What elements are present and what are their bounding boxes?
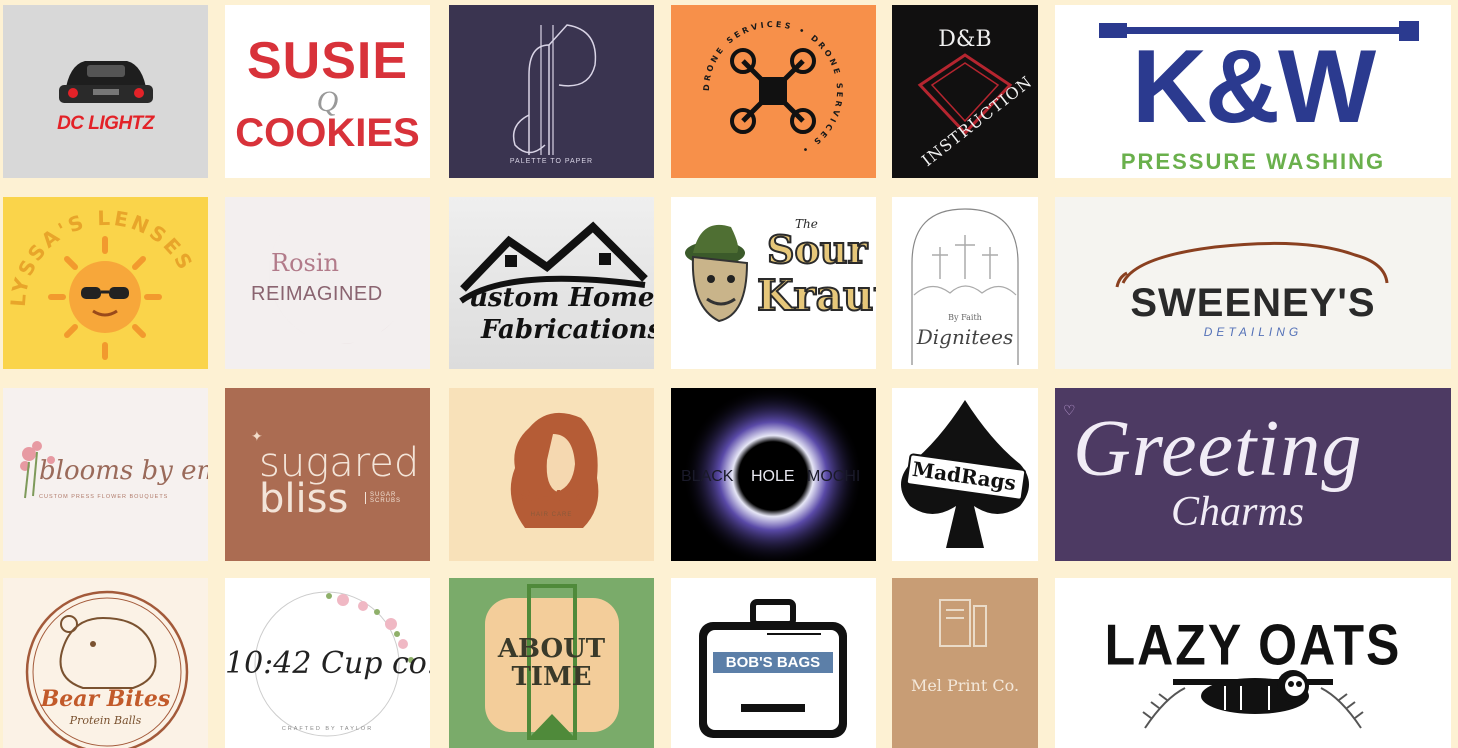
- logo-tile-rosin-reimagined[interactable]: Rosin REIMAGINED: [225, 197, 430, 369]
- logo-tile-db-instruction[interactable]: D&B INSTRUCTION: [892, 5, 1038, 178]
- brand-word2: HOLE: [751, 468, 795, 485]
- brand-line2: TIME: [511, 662, 592, 692]
- brand-sub: Protein Balls: [69, 714, 142, 727]
- printer-icon: [939, 599, 987, 647]
- brand-sub: PRESSURE WASHING: [1120, 149, 1386, 174]
- brand-name-line1: SUSIE: [246, 32, 409, 90]
- monogram-icon: [512, 24, 597, 155]
- logo-tile-palette-to-paper[interactable]: PALETTE TO PAPER: [449, 5, 654, 178]
- brand-line1: Sour: [766, 226, 868, 273]
- brand-small: Rosin: [271, 249, 339, 277]
- brand-line1: ABOUT: [497, 634, 606, 664]
- logo-tile-1042-cup-co[interactable]: 10:42 Cup co. CRAFTED BY TAYLOR: [225, 578, 430, 748]
- brand-name: Bear Bites: [40, 686, 171, 712]
- logo-tile-suhairi[interactable]: SuHAIRi HAIR CARE: [449, 388, 654, 561]
- logo-tile-sweeneys-detailing[interactable]: SWEENEY'S DETAILING: [1055, 197, 1451, 369]
- brand-name: BOB'S BAGS: [713, 652, 833, 673]
- logo-tile-mel-print-co[interactable]: Mel Print Co.: [892, 578, 1038, 748]
- logo-tile-bobs-bags[interactable]: BOB'S BAGS: [671, 578, 876, 748]
- logo-tile-blooms-by-em[interactable]: blooms by em CUSTOM PRESS FLOWER BOUQUET…: [3, 388, 208, 561]
- logo-tile-sugared-bliss[interactable]: ✦ sugared bliss SUGAR SCRUBS: [225, 388, 430, 561]
- sloth-icon: [1142, 670, 1364, 729]
- brand-sub: DETAILING: [1203, 325, 1303, 339]
- brand-name: SWEENEY'S: [1130, 281, 1376, 325]
- brand-line1: Greeting: [1073, 405, 1363, 493]
- brand-name: DC LIGHTZ: [57, 113, 154, 134]
- logo-tile-bear-bites[interactable]: Bear Bites Protein Balls: [3, 578, 208, 748]
- logo-tile-kw-pressure-washing[interactable]: K&W PRESSURE WASHING: [1055, 5, 1451, 178]
- brand-sub: CUSTOM PRESS FLOWER BOUQUETS: [39, 494, 169, 500]
- brand-name: Dignitees: [916, 325, 1014, 349]
- brand-line2: Fabrications: [481, 315, 654, 345]
- brand-name: 10:42 Cup co.: [225, 646, 430, 681]
- logo-tile-susie-q-cookies[interactable]: SUSIE Q COOKIES: [225, 5, 430, 178]
- logo-tile-lazy-oats[interactable]: LAZY OATS: [1055, 578, 1451, 748]
- brand-name: K&W: [1131, 29, 1376, 145]
- logo-tile-custom-home-fabrications[interactable]: ustom Home Fabrications: [449, 197, 654, 369]
- logo-tile-dignitees[interactable]: By Faith Dignitees: [892, 197, 1038, 369]
- sun-icon: LYSSA'S LENSES: [6, 206, 196, 360]
- car-icon: [59, 61, 153, 103]
- brand-name-line2: COOKIES: [235, 111, 420, 155]
- logo-tile-drone-services[interactable]: DRONE SERVICES • DRONE SERVICES •: [671, 5, 876, 178]
- logo-tile-madrags[interactable]: MadRags: [892, 388, 1038, 561]
- logo-tile-about-time[interactable]: ABOUT TIME: [449, 578, 654, 748]
- logo-tile-greeting-charms[interactable]: Greeting Charms ♡: [1055, 388, 1451, 561]
- brand-sub: HAIR CARE: [530, 512, 573, 518]
- brand-tagline: PALETTE TO PAPER: [509, 158, 594, 165]
- woman-hair-icon: [510, 412, 599, 528]
- brand-line2: Charms: [1171, 489, 1305, 535]
- logo-tile-sour-kraut[interactable]: The Sour Kraut: [671, 197, 876, 369]
- logo-tile-lyssas-lenses[interactable]: LYSSA'S LENSES: [3, 197, 208, 369]
- brand-small: By Faith: [948, 313, 982, 322]
- brand-name: REIMAGINED: [251, 283, 383, 305]
- brand-line2: bliss: [259, 476, 349, 522]
- brand-name: blooms by em: [39, 456, 208, 486]
- brand-name: SuHAIRi: [519, 488, 584, 505]
- logo-tile-dc-lightz[interactable]: DC LIGHTZ: [3, 5, 208, 178]
- brand-sub: SUGAR SCRUBS: [365, 492, 405, 504]
- brand-line2: Kraut: [756, 270, 876, 321]
- brand-line1: ustom Home: [469, 283, 654, 313]
- logo-tile-black-hole-mochi[interactable]: BLACK HOLE MOCHI: [671, 388, 876, 561]
- brand-top: D&B: [938, 27, 992, 52]
- brand-sub: CRAFTED BY TAYLOR: [281, 726, 374, 732]
- heart-icon: ♡: [1063, 402, 1076, 418]
- brand-name: Mel Print Co.: [910, 676, 1020, 695]
- brand-word1: BLACK: [681, 468, 734, 485]
- brand-word3: MOCHI: [807, 468, 861, 485]
- drone-icon: DRONE SERVICES • DRONE SERVICES •: [702, 20, 841, 156]
